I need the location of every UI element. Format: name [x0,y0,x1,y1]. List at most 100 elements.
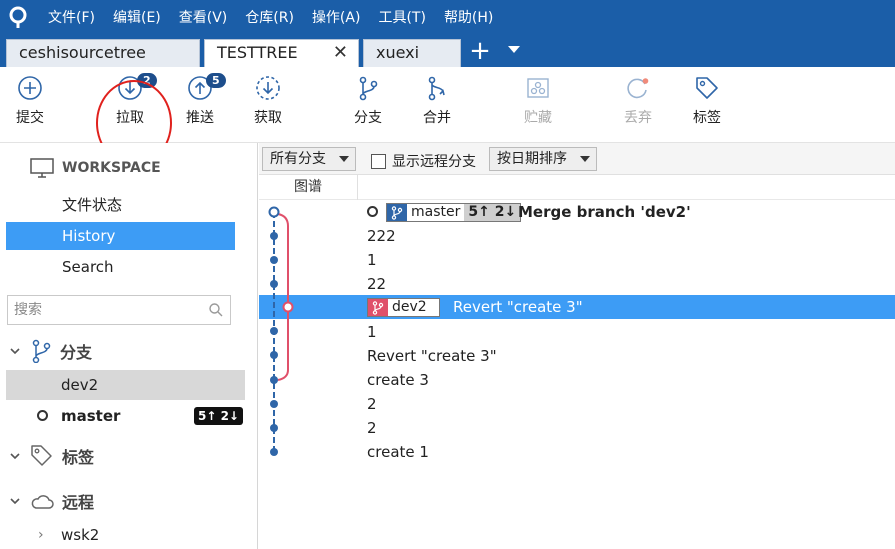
tags-section-header[interactable]: 标签 [10,443,94,469]
remote-name: wsk2 [61,526,100,544]
merge-label: 合并 [423,110,451,126]
commit-message: 1 [367,323,377,341]
fetch-button[interactable]: 获取 [238,75,298,137]
branches-section-header[interactable]: 分支 [10,338,92,364]
sidebar-item-history[interactable]: History [6,222,235,250]
tag-label: 标签 [693,110,721,126]
branch-filter-dropdown[interactable]: 所有分支 [262,147,356,171]
commit-message: create 1 [367,443,429,461]
menu-repository[interactable]: 仓库(R) [245,0,294,36]
workspace-title: WORKSPACE [62,160,161,176]
sidebar-item-file-status[interactable]: 文件状态 [6,191,235,219]
branch-icon [32,339,51,363]
sort-order-value: 按日期排序 [497,151,567,167]
search-icon [209,303,223,317]
graph-node [270,351,278,359]
branch-item-dev2[interactable]: dev2 [6,370,245,400]
commit-message: create 3 [367,371,429,389]
show-remote-branches-checkbox[interactable]: 显示远程分支 [371,151,476,171]
branch-filter-value: 所有分支 [270,151,326,167]
tag-button[interactable]: 标签 [677,75,737,137]
merge-button[interactable]: 合并 [407,75,467,137]
push-button[interactable]: 5 推送 [170,73,230,137]
branch-ref-label-master: master 5↑ 2↓ [386,203,522,222]
branch-ref-label-dev2: dev2 [367,298,440,317]
stash-button[interactable]: 贮藏 [508,75,568,137]
workspace-header: WORKSPACE [30,157,161,179]
sourcetree-window: 文件(F) 编辑(E) 查看(V) 仓库(R) 操作(A) 工具(T) 帮助(H… [0,0,895,549]
remotes-section-header[interactable]: 远程 [10,488,94,514]
commit-message: Revert "create 3" [367,347,497,365]
commit-plus-icon [18,76,42,100]
tab-list-chevron-down-icon[interactable] [508,46,520,53]
ahead-behind-count: 5↑ 2↓ [464,204,521,221]
tab-testtree[interactable]: TESTTREE ✕ [204,39,359,67]
search-placeholder: 搜索 [14,302,42,318]
commit-message: 2 [367,419,377,437]
commit-list-header: 图谱 [259,175,895,200]
commit-graph [268,206,294,456]
push-count-badge: 5 [206,73,226,88]
branch-icon [359,76,378,101]
graph-node [270,376,278,384]
menu-file[interactable]: 文件(F) [48,0,95,36]
chevron-down-icon [580,156,590,162]
merge-icon [428,76,445,101]
commit-label: 提交 [16,110,44,126]
branch-name: dev2 [61,376,99,394]
branch-name: master [61,407,121,425]
menu-tools[interactable]: 工具(T) [378,0,425,36]
chevron-right-icon: › [38,527,44,543]
sidebar: WORKSPACE 文件状态 History Search 搜索 分支 dev2… [0,143,258,549]
graph-branch-line [277,213,289,381]
tab-label: TESTTREE [217,43,298,62]
tab-ceshisourcetree[interactable]: ceshisourcetree [6,39,200,67]
fetch-label: 获取 [254,110,282,126]
ahead-behind-badge: 5↑ 2↓ [194,407,243,425]
chevron-down-icon [10,453,20,460]
sidebar-search-input[interactable]: 搜索 [7,295,231,325]
sourcetree-logo-icon [0,0,36,36]
chevron-down-icon [10,498,20,505]
stash-label: 贮藏 [524,110,552,126]
tab-label: ceshisourcetree [19,43,146,62]
graph-node [270,280,278,288]
menu-help[interactable]: 帮助(H) [444,0,493,36]
show-remote-label: 显示远程分支 [392,154,476,170]
tags-title: 标签 [62,448,95,467]
menu-edit[interactable]: 编辑(E) [113,0,161,36]
tab-close-icon[interactable]: ✕ [333,40,348,66]
monitor-icon [30,158,54,178]
repo-tab-bar: ceshisourcetree TESTTREE ✕ xuexi + [0,36,895,67]
menu-view[interactable]: 查看(V) [179,0,228,36]
tab-label: xuexi [376,43,420,62]
graph-node [270,327,278,335]
discard-button[interactable]: 丢弃 [608,75,668,137]
menu-actions[interactable]: 操作(A) [312,0,361,36]
tag-icon [31,445,52,466]
branch-button[interactable]: 分支 [338,75,398,137]
branch-ref-name: master [411,204,461,220]
chevron-down-icon [10,348,20,355]
commit-button[interactable]: 提交 [0,75,60,137]
graph-node [270,400,278,408]
commit-message: 22 [367,275,387,293]
tab-xuexi[interactable]: xuexi [363,39,461,67]
stash-icon [527,78,549,98]
graph-node [270,256,278,264]
commit-message: Revert "create 3" [453,298,583,316]
tag-icon [696,77,718,99]
graph-column-header[interactable]: 图谱 [259,175,358,200]
branch-item-master[interactable]: master 5↑ 2↓ [6,401,245,431]
commit-message: 222 [367,227,396,245]
remote-item-wsk2[interactable]: › wsk2 [6,521,245,549]
checkbox-box[interactable] [371,153,386,169]
graph-node [270,232,278,240]
sidebar-item-search[interactable]: Search [6,253,235,281]
branch-icon [387,204,407,221]
discard-icon [627,78,649,99]
add-tab-icon[interactable]: + [468,38,492,66]
sort-order-dropdown[interactable]: 按日期排序 [489,147,597,171]
menu-bar: 文件(F) 编辑(E) 查看(V) 仓库(R) 操作(A) 工具(T) 帮助(H… [0,0,895,36]
graph-branch-node [282,301,294,313]
